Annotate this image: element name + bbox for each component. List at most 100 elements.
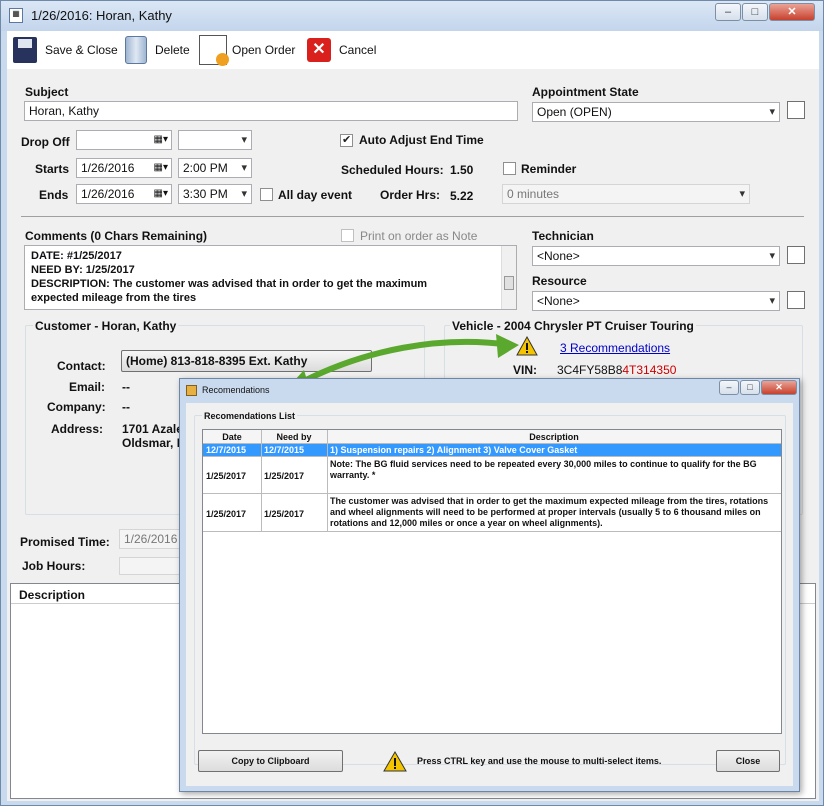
technician-select[interactable]: <None> <box>532 246 780 266</box>
contact-label: Contact: <box>57 359 106 373</box>
column-header-date[interactable]: Date <box>203 430 261 444</box>
comments-scrollbar[interactable] <box>501 246 516 309</box>
column-header-description[interactable]: Description <box>327 430 781 444</box>
promised-time-label: Promised Time: <box>20 535 110 549</box>
starts-date-value: 1/26/2016 <box>81 161 135 175</box>
order-hrs-value: 5.22 <box>450 189 474 203</box>
subject-label: Subject <box>25 85 69 99</box>
maximize-button[interactable]: □ <box>742 3 768 21</box>
copy-to-clipboard-button[interactable]: Copy to Clipboard <box>198 750 343 772</box>
window-title: 1/26/2016: Horan, Kathy <box>31 8 172 23</box>
toolbar: Save & Close Delete Open Order ✕ Cancel <box>7 31 819 69</box>
comment-line: NEED BY: 1/25/2017 <box>31 264 135 276</box>
vin-part-2: 4T314350 <box>622 363 677 377</box>
comments-label: Comments (0 Chars Remaining) <box>25 229 208 243</box>
appointment-state-select[interactable]: Open (OPEN) <box>532 102 780 122</box>
company-value: -- <box>122 400 130 414</box>
resource-label: Resource <box>532 274 587 288</box>
calendar-dropdown-icon[interactable]: ▦▾ <box>154 133 168 147</box>
comment-line: expected mileage from the tires <box>31 292 197 304</box>
recommendations-grid[interactable]: Date Need by Description 12/7/2015 12/7/… <box>202 429 782 734</box>
calendar-dropdown-icon[interactable]: ▦▾ <box>154 187 168 201</box>
recommendation-row[interactable]: 12/7/2015 12/7/2015 1) Suspension repair… <box>203 444 781 457</box>
calendar-dropdown-icon[interactable]: ▦▾ <box>154 161 168 175</box>
row-need-by: 1/25/2017 <box>264 471 305 481</box>
technician-label: Technician <box>532 229 594 243</box>
multi-select-hint: Press CTRL key and use the mouse to mult… <box>417 756 662 766</box>
reminder-select[interactable]: 0 minutes <box>502 184 750 204</box>
appointment-state-color[interactable] <box>787 101 805 119</box>
delete-label: Delete <box>155 43 190 57</box>
grid-column-divider <box>261 430 262 532</box>
save-close-button[interactable]: Save & Close <box>13 31 118 69</box>
delete-button[interactable]: Delete <box>125 31 190 69</box>
row-description: Note: The BG fluid services need to be r… <box>330 459 757 480</box>
company-label: Company: <box>47 400 106 414</box>
address-label: Address: <box>51 422 104 436</box>
drop-off-time-select[interactable] <box>178 130 252 150</box>
close-button[interactable]: Close <box>716 750 780 772</box>
customer-group-title: Customer - Horan, Kathy <box>33 319 179 333</box>
open-order-button[interactable]: Open Order <box>199 31 295 69</box>
save-close-label: Save & Close <box>45 43 118 57</box>
scheduled-hours-label: Scheduled Hours: <box>341 163 444 177</box>
dialog-close-x-button[interactable]: ✕ <box>761 380 797 395</box>
recommendations-link[interactable]: 3 Recommendations <box>560 341 670 355</box>
column-header-need-by[interactable]: Need by <box>261 430 327 444</box>
calendar-icon: ▦ <box>9 8 23 23</box>
ends-date-value: 1/26/2016 <box>81 187 135 201</box>
auto-adjust-label: Auto Adjust End Time <box>359 133 484 147</box>
starts-time-select[interactable]: 2:00 PM <box>178 158 252 178</box>
cancel-button[interactable]: ✕ Cancel <box>307 31 376 69</box>
all-day-checkbox[interactable] <box>260 188 273 201</box>
recommendation-row[interactable]: 1/25/2017 1/25/2017 Note: The BG fluid s… <box>203 457 781 494</box>
resource-color[interactable] <box>787 291 805 309</box>
comment-line: DESCRIPTION: The customer was advised th… <box>31 278 428 290</box>
row-date: 1/25/2017 <box>206 471 247 481</box>
appointment-state-label: Appointment State <box>532 85 639 99</box>
ends-time-select[interactable]: 3:30 PM <box>178 184 252 204</box>
ends-label: Ends <box>39 188 69 202</box>
print-note-checkbox[interactable] <box>341 229 354 242</box>
recommendations-list-label: Recomendations List <box>202 411 298 421</box>
close-window-button[interactable]: ✕ <box>769 3 815 21</box>
ends-date-input[interactable]: 1/26/2016 ▦▾ <box>76 184 172 204</box>
drop-off-date-input[interactable]: ▦▾ <box>76 130 172 150</box>
row-description: The customer was advised that in order t… <box>330 496 769 528</box>
scheduled-hours-value: 1.50 <box>450 163 474 177</box>
subject-input[interactable]: Horan, Kathy <box>24 101 518 121</box>
row-description: 1) Suspension repairs 2) Alignment 3) Va… <box>330 445 578 455</box>
resource-select[interactable]: <None> <box>532 291 780 311</box>
auto-adjust-checkbox[interactable] <box>340 133 353 147</box>
address-line1: 1701 Azale <box>122 422 183 436</box>
dialog-minimize-button[interactable]: – <box>719 380 739 395</box>
vin-value: 3C4FY58B84T314350 <box>557 363 676 377</box>
cancel-label: Cancel <box>339 43 377 57</box>
grid-column-divider <box>327 430 328 532</box>
row-date: 12/7/2015 <box>206 445 247 455</box>
address-line2: Oldsmar, F <box>122 436 185 450</box>
dialog-app-icon <box>186 385 197 396</box>
row-need-by: 12/7/2015 <box>264 445 305 455</box>
reminder-checkbox[interactable] <box>503 162 516 175</box>
trash-can-icon <box>125 36 147 64</box>
minimize-button[interactable]: – <box>715 3 741 21</box>
order-hrs-label: Order Hrs: <box>380 188 441 202</box>
clipboard-icon <box>199 35 229 66</box>
recommendations-dialog: Recomendations – □ ✕ Recomendations List… <box>179 378 800 792</box>
email-label: Email: <box>69 380 106 394</box>
recommendation-row[interactable]: 1/25/2017 1/25/2017 The customer was adv… <box>203 494 781 532</box>
comments-textarea[interactable]: DATE: #1/25/2017 NEED BY: 1/25/2017 DESC… <box>24 245 517 310</box>
starts-date-input[interactable]: 1/26/2016 ▦▾ <box>76 158 172 178</box>
open-order-label: Open Order <box>232 43 296 57</box>
vin-part-1: 3C4FY58B8 <box>557 363 623 377</box>
row-need-by: 1/25/2017 <box>264 509 305 519</box>
job-hours-label: Job Hours: <box>22 559 86 573</box>
technician-color[interactable] <box>787 246 805 264</box>
comment-line: DATE: #1/25/2017 <box>31 250 122 262</box>
drop-off-label: Drop Off <box>21 135 70 149</box>
print-note-label: Print on order as Note <box>360 229 478 243</box>
dialog-maximize-button[interactable]: □ <box>740 380 760 395</box>
title-bar: ▦ 1/26/2016: Horan, Kathy – □ ✕ <box>1 1 823 31</box>
email-value: -- <box>122 380 130 394</box>
